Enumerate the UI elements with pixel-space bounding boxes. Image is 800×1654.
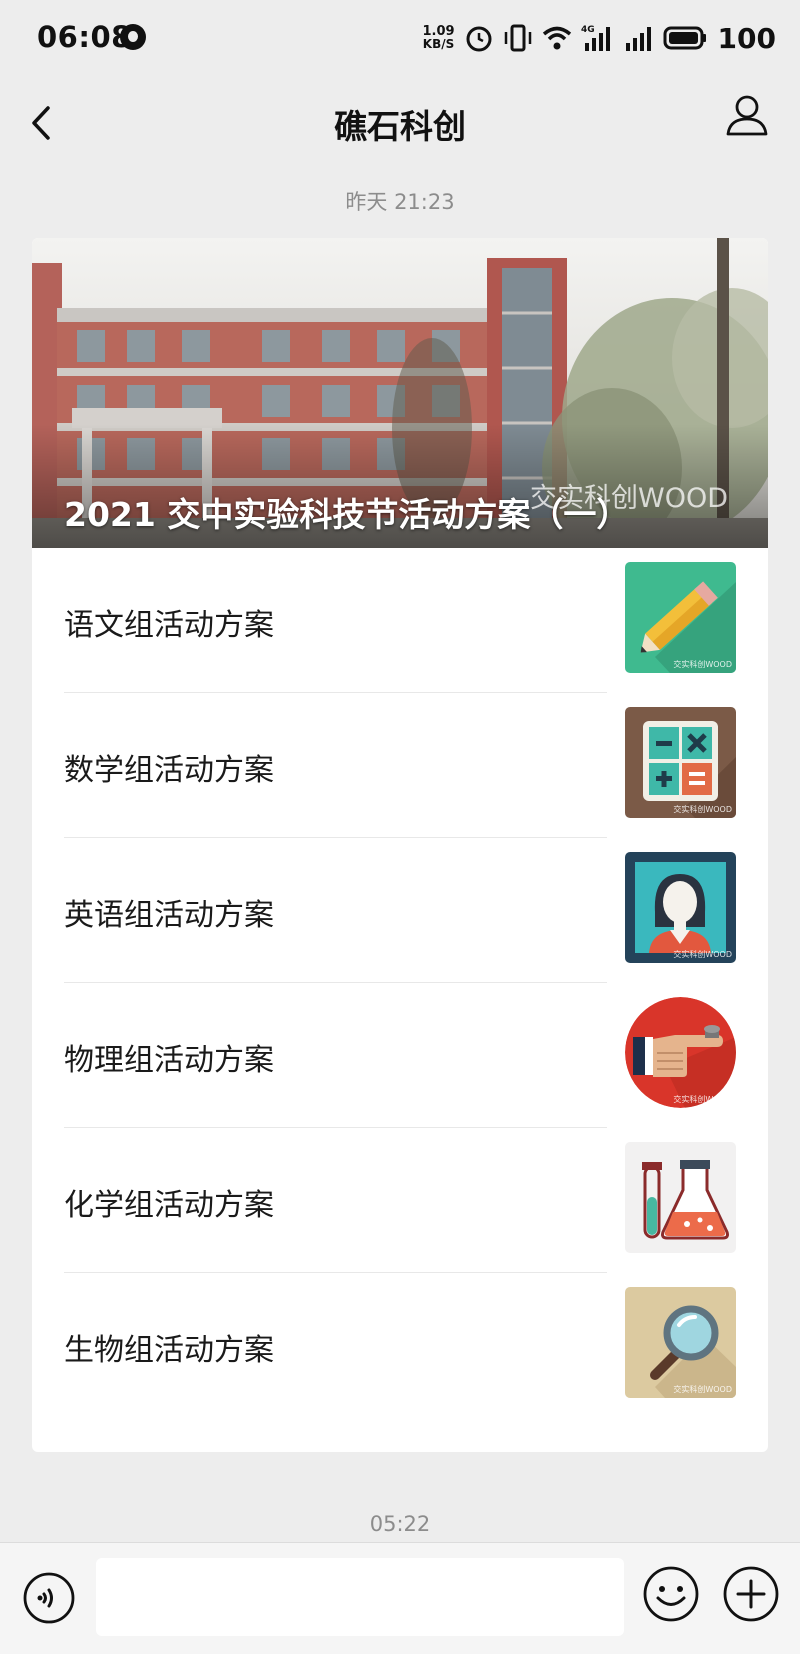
thumb-watermark: 交实科创WOOD bbox=[673, 950, 732, 959]
teacher-icon: 交实科创WOOD bbox=[625, 852, 736, 963]
voice-icon[interactable] bbox=[22, 1571, 76, 1625]
list-item-label: 生物组活动方案 bbox=[64, 1333, 274, 1368]
list-item-label: 英语组活动方案 bbox=[64, 898, 274, 933]
magnifier-icon: 交实科创WOOD bbox=[625, 1287, 736, 1398]
message-timestamp: 05:22 bbox=[369, 1512, 431, 1536]
vibrate-icon bbox=[504, 24, 531, 52]
thumb-watermark: 交实科创WOOD bbox=[673, 805, 732, 814]
list-item-label: 物理组活动方案 bbox=[64, 1043, 274, 1078]
list-item[interactable]: 化学组活动方案 bbox=[32, 1128, 768, 1273]
person-icon[interactable] bbox=[724, 92, 770, 138]
battery-icon bbox=[663, 26, 706, 50]
list-item-label: 化学组活动方案 bbox=[64, 1188, 274, 1223]
emoji-icon[interactable] bbox=[642, 1565, 700, 1623]
signal-4g-icon: 4G bbox=[581, 25, 610, 51]
battery-level: 100 bbox=[717, 21, 776, 55]
title-bar: 礁石科创 bbox=[0, 80, 800, 180]
alarm-icon bbox=[466, 26, 492, 52]
status-time: 06:08 bbox=[37, 20, 132, 54]
status-bar: 06:08 1.09 KB/S 4G 100 bbox=[0, 0, 800, 80]
calculator-icon: 交实科创WOOD bbox=[625, 707, 736, 818]
flask-icon bbox=[625, 1142, 736, 1253]
list-item[interactable]: 数学组活动方案 交实科创WOOD bbox=[32, 693, 768, 838]
article-hero[interactable]: 交实科创WOOD 2021 交中实验科技节活动方案（一） bbox=[32, 238, 768, 548]
list-item[interactable]: 英语组活动方案 交实科创WOOD bbox=[32, 838, 768, 983]
thumb-watermark: 交实科创WOOD bbox=[673, 1095, 732, 1104]
status-icons: 1.09 KB/S 4G 100 bbox=[422, 18, 776, 58]
article-headline: 2021 交中实验科技节活动方案（一） bbox=[64, 495, 630, 534]
list-item-label: 数学组活动方案 bbox=[64, 753, 274, 788]
article-card[interactable]: 交实科创WOOD 2021 交中实验科技节活动方案（一） 语文组活动方案 交实科… bbox=[32, 238, 768, 1452]
wifi-icon bbox=[542, 26, 571, 50]
pointing-hand-icon: 交实科创WOOD bbox=[625, 997, 736, 1108]
list-item[interactable]: 物理组活动方案 交实科创WOOD bbox=[32, 983, 768, 1128]
net-speed-unit: KB/S bbox=[422, 37, 455, 51]
thumb-watermark: 交实科创WOOD bbox=[673, 1385, 732, 1394]
list-item[interactable]: 语文组活动方案 交实科创WOOD bbox=[32, 548, 768, 693]
input-bar bbox=[0, 1542, 800, 1654]
list-item[interactable]: 生物组活动方案 交实科创WOOD bbox=[32, 1273, 768, 1418]
notification-icon bbox=[120, 24, 146, 50]
signal-icon bbox=[625, 27, 651, 51]
page-title: 礁石科创 bbox=[334, 107, 466, 146]
net-speed: 1.09 KB/S bbox=[422, 25, 455, 51]
pencil-icon: 交实科创WOOD bbox=[625, 562, 736, 673]
network-type: 4G bbox=[581, 25, 595, 35]
list-item-label: 语文组活动方案 bbox=[64, 608, 274, 643]
message-input[interactable] bbox=[96, 1558, 624, 1636]
message-timestamp: 昨天 21:23 bbox=[345, 190, 455, 214]
thumb-watermark: 交实科创WOOD bbox=[673, 660, 732, 669]
plus-icon[interactable] bbox=[722, 1565, 780, 1623]
